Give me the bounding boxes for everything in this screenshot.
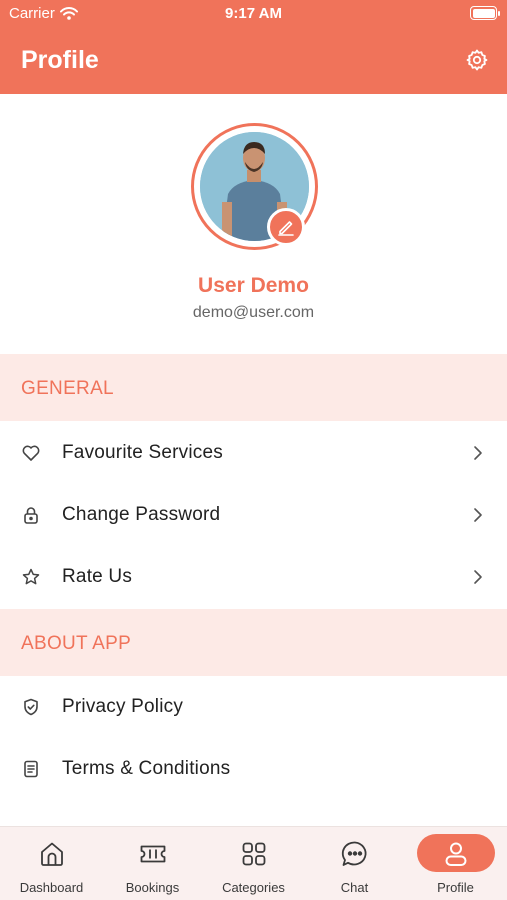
section-title: ABOUT APP [21, 633, 132, 654]
tab-bookings[interactable]: Bookings [102, 827, 203, 900]
tab-label: Categories [222, 880, 285, 895]
gear-icon [466, 49, 488, 71]
tab-label: Bookings [125, 880, 180, 895]
tab-label: Profile [437, 880, 474, 895]
section-title: GENERAL [21, 378, 114, 399]
home-icon [40, 842, 63, 866]
menu-item-favourite-services[interactable]: Favourite Services [0, 422, 507, 484]
page-title: Profile [21, 46, 99, 74]
user-email: demo@user.com [192, 304, 315, 321]
tab-label: Dashboard [19, 880, 84, 895]
pencil-icon [278, 221, 294, 236]
user-name: User Demo [198, 274, 309, 297]
chevron-right-icon [474, 570, 482, 584]
edit-avatar-button[interactable] [267, 208, 305, 246]
menu-item-label: Terms & Conditions [62, 758, 231, 779]
star-icon [22, 568, 40, 585]
ticket-icon [140, 845, 165, 863]
menu-item-label: Rate Us [62, 566, 133, 587]
battery-icon [470, 6, 500, 20]
chat-icon [341, 841, 366, 866]
chevron-right-icon [474, 446, 482, 460]
menu-item-terms-conditions[interactable]: Terms & Conditions [0, 738, 507, 800]
menu-item-privacy-policy[interactable]: Privacy Policy [0, 676, 507, 738]
clock: 9:17 AM [225, 5, 282, 22]
document-icon [24, 760, 38, 778]
shield-check-icon [24, 698, 38, 716]
profile-card: User Demo demo@user.com [0, 94, 507, 354]
tab-dashboard[interactable]: Dashboard [1, 827, 102, 900]
app-header: Carrier 9:17 AM Profile [0, 0, 507, 94]
status-bar: Carrier 9:17 AM [0, 0, 507, 28]
tab-categories[interactable]: Categories [203, 827, 304, 900]
lock-icon [24, 507, 38, 524]
menu-item-change-password[interactable]: Change Password [0, 484, 507, 546]
section-about-header: ABOUT APP [0, 609, 507, 676]
tab-profile[interactable]: Profile [405, 827, 506, 900]
menu-item-label: Change Password [62, 504, 221, 525]
menu-item-rate-us[interactable]: Rate Us [0, 546, 507, 608]
menu-item-label: Favourite Services [62, 442, 223, 463]
tab-chat[interactable]: Chat [304, 827, 405, 900]
heart-icon [22, 445, 40, 461]
settings-button[interactable] [463, 46, 491, 74]
tab-label: Chat [340, 880, 369, 895]
menu-item-label: Privacy Policy [62, 696, 184, 717]
chevron-right-icon [474, 508, 482, 522]
section-general-header: GENERAL [0, 354, 507, 421]
user-icon [445, 842, 466, 866]
bottom-tab-bar: Dashboard Bookings Categories Chat Profi… [0, 826, 507, 900]
grid-icon [242, 842, 265, 866]
